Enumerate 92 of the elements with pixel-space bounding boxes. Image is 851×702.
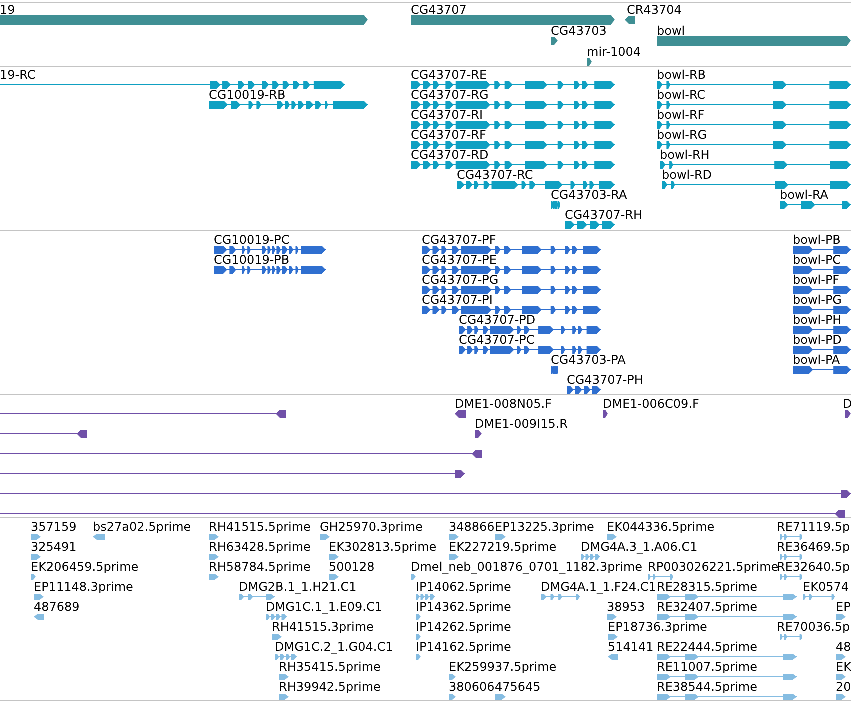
feature-label: 48 [836, 640, 851, 654]
feature-label: CG43703-RA [551, 188, 628, 202]
feature-label: DMG4A.1_1.F24.C1 [541, 580, 656, 594]
feature-label: RH41515.5prime [209, 520, 311, 534]
feature-label: CG43707-PH [567, 373, 644, 387]
feature-label: DMG4A.3_1.A06.C1 [581, 540, 698, 554]
feature-label: bowl-RC [657, 88, 706, 102]
feature-label: CG43707-PG [422, 273, 499, 287]
feature-label: RE28315.5prime [657, 580, 758, 594]
feature-label: RP003026221.5prime [648, 560, 779, 574]
feature-label: 19 [0, 3, 16, 17]
feature-label: CG43703 [551, 24, 607, 38]
feature-label: EK206459.5prime [31, 560, 139, 574]
feature-label: DMG1C.2_1.G04.C1 [275, 640, 394, 654]
feature-label: CG43703-PA [551, 353, 626, 367]
feature-label: GH25970.3prime [320, 520, 423, 534]
feature-label: CG10019-RB [209, 88, 286, 102]
feature-label: CG43707-PE [422, 253, 497, 267]
feature-label: bowl-PC [793, 253, 842, 267]
feature-label: 380606 [449, 680, 495, 694]
feature-label: EP13225.3prime [495, 520, 594, 534]
feature-label: bs27a02.5prime [93, 520, 192, 534]
feature-label: EK302813.5prime [329, 540, 437, 554]
feature-label: CG43707-PI [422, 293, 493, 307]
feature-label: EK227219.5prime [449, 540, 557, 554]
feature-label: CG43707-RE [411, 68, 488, 82]
feature-label: CG43707-PF [422, 233, 496, 247]
feature-label: 325491 [31, 540, 77, 554]
feature-label: IP14062.5prime [416, 580, 512, 594]
feature-label: CG43707-RD [411, 148, 489, 162]
feature-label: CG43707-RH [565, 208, 643, 222]
feature-label: RH39942.5prime [279, 680, 381, 694]
feature-label: RH58784.5prime [209, 560, 311, 574]
feature-label: bowl-RB [657, 68, 706, 82]
feature-label: bowl-PB [793, 233, 841, 247]
feature-label: RE22444.5prime [657, 640, 758, 654]
feature-label: bowl-RH [660, 148, 710, 162]
feature-label: CG43707-RC [457, 168, 534, 182]
feature-label: CG43707-RF [411, 128, 486, 142]
feature-label: CG10019-PC [214, 233, 290, 247]
feature-label: CG43707-PC [459, 333, 535, 347]
feature-label: RE11007.5prime [657, 660, 758, 674]
feature-label: IP14362.5prime [416, 600, 512, 614]
feature-label: RE32640.5p [777, 560, 850, 574]
feature-label: 500128 [329, 560, 375, 574]
feature-label: Dmel_neb_001876_0701_1182.3prime [411, 560, 643, 574]
feature-label: bowl-PF [793, 273, 840, 287]
feature-label: 475645 [495, 680, 541, 694]
feature-label: bowl-PA [793, 353, 840, 367]
feature-label: RE38544.5prime [657, 680, 758, 694]
feature-label: CG43707-RG [411, 88, 489, 102]
feature-label: CG10019-PB [214, 253, 290, 267]
feature-label: EK259937.5prime [449, 660, 557, 674]
feature-label: EK0574 [803, 580, 849, 594]
feature-label: DMG1C.1_1.E09.C1 [266, 600, 382, 614]
feature-label: mir-1004 [587, 45, 642, 59]
feature-label: RE70036.5p [777, 620, 850, 634]
feature-label: bowl-RG [657, 128, 708, 142]
feature-label: 514141 [608, 640, 654, 654]
feature-label: bowl-RD [662, 168, 712, 182]
feature-label: DMG2B.1_1.H21.C1 [239, 580, 357, 594]
feature-label: RH63428.5prime [209, 540, 311, 554]
feature-label: DME1-006C09.F [603, 397, 700, 411]
feature-label: bowl [657, 24, 686, 38]
feature-label: IP14162.5prime [416, 640, 512, 654]
feature-label: EP18736.3prime [608, 620, 708, 634]
feature-label: CG43707-RI [411, 108, 484, 122]
feature-label: IP14262.5prime [416, 620, 512, 634]
feature-label: 38953 [607, 600, 646, 614]
feature-label: 19-RC [0, 68, 36, 82]
feature-label: bowl-PD [793, 333, 842, 347]
feature-label: 357159 [31, 520, 77, 534]
feature-label: RE71119.5p [777, 520, 850, 534]
feature-label: 348866 [449, 520, 495, 534]
feature-label: 487689 [34, 600, 80, 614]
feature-label: CR43704 [627, 3, 682, 17]
feature-label: DME1-009I15.R [475, 417, 568, 431]
feature-label: 20 [836, 680, 851, 694]
feature-label: RH35415.5prime [279, 660, 381, 674]
feature-label: bowl-PH [793, 313, 842, 327]
feature-label: RE32407.5prime [657, 600, 758, 614]
feature-label: EK044336.5prime [607, 520, 715, 534]
feature-label: DME1-008N05.F [455, 397, 552, 411]
feature-label: RH41515.3prime [272, 620, 374, 634]
feature-label: CG43707-PD [459, 313, 536, 327]
feature-label: bowl-RA [780, 188, 828, 202]
feature-label: EP11148.3prime [34, 580, 134, 594]
feature-label: bowl-RF [657, 108, 705, 122]
feature-label: bowl-PG [793, 293, 842, 307]
feature-label: EP [836, 600, 851, 614]
feature-label: CG43707 [411, 3, 467, 17]
feature-label: RE36469.5p [777, 540, 850, 554]
